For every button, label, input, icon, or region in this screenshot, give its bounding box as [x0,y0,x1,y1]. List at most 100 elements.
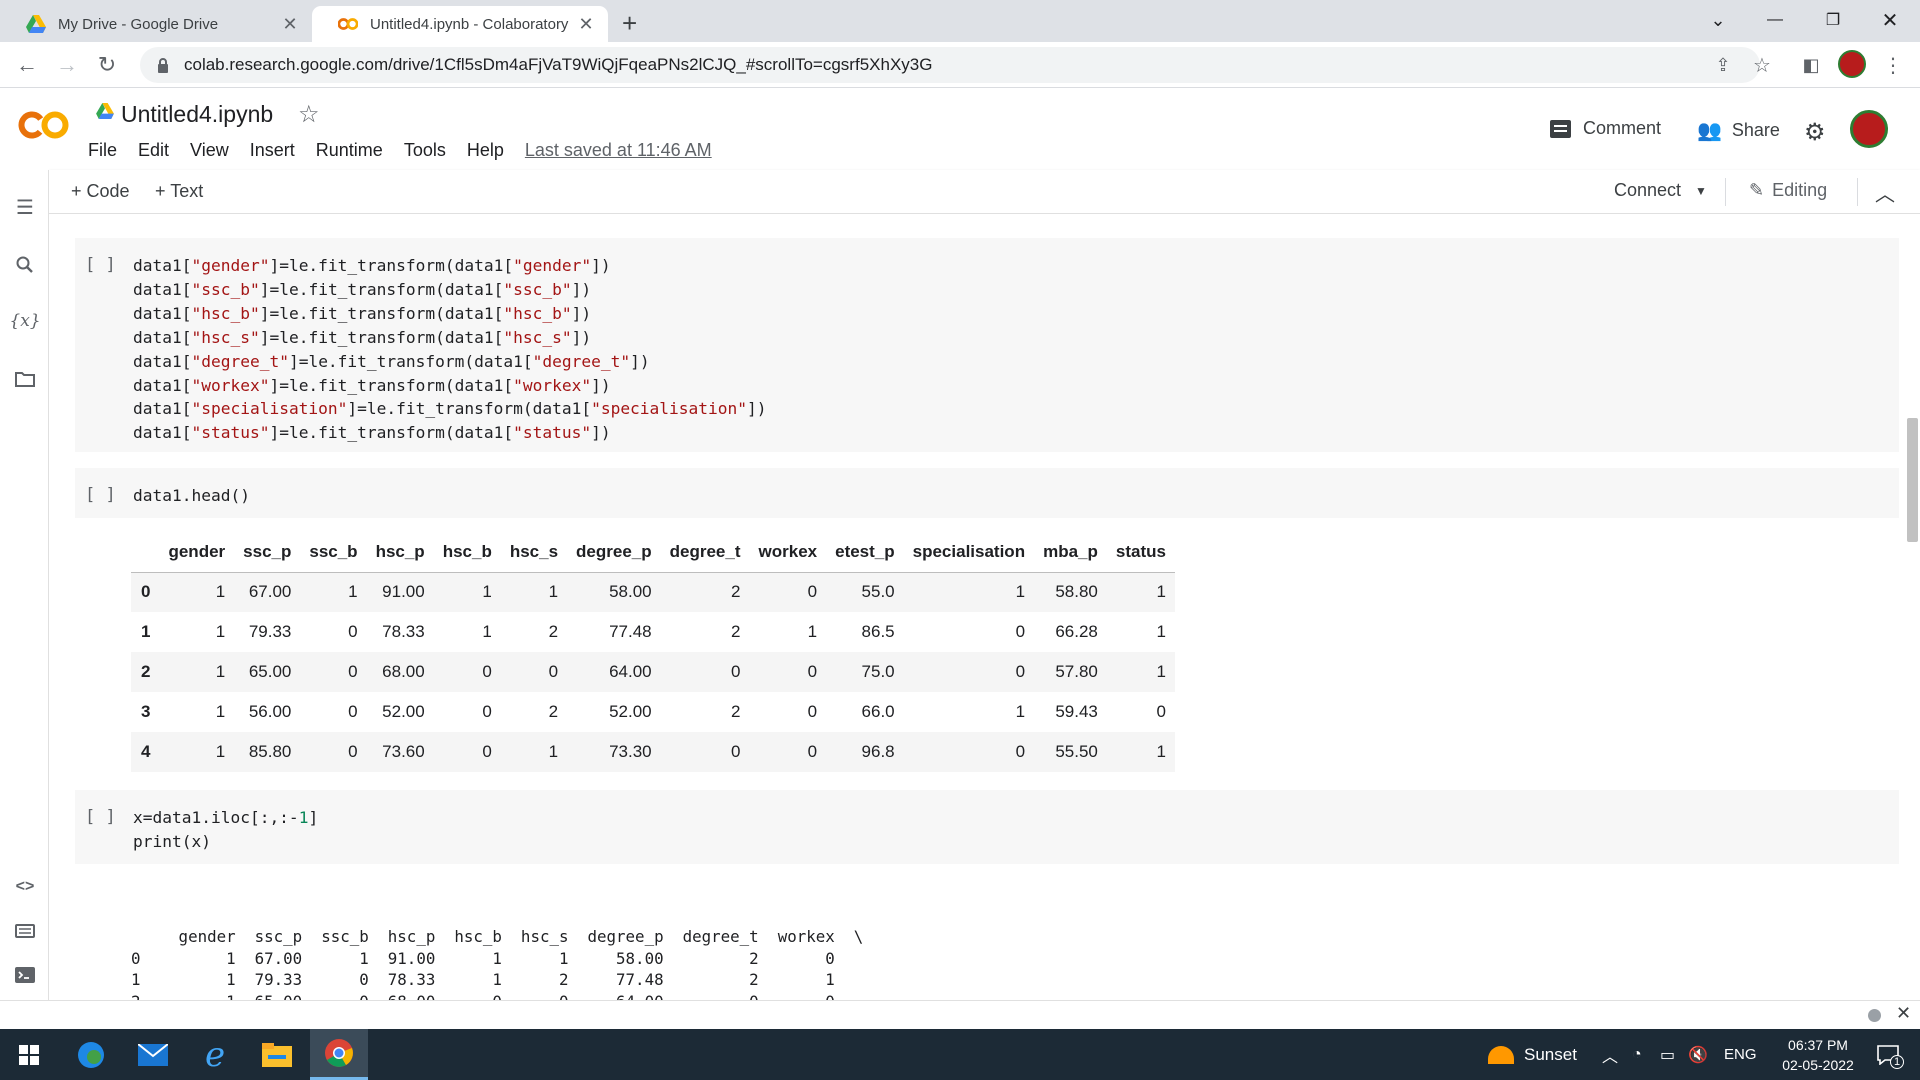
table-cell: 2 [548,702,559,721]
tab-google-drive[interactable]: My Drive - Google Drive ✕ [0,6,312,42]
windows-start-icon[interactable] [0,1029,58,1080]
close-status-icon[interactable]: ✕ [1896,1003,1911,1024]
battery-icon[interactable]: ▭ [1660,1029,1675,1080]
profile-avatar[interactable] [1838,50,1866,78]
comment-button[interactable]: Comment [1550,118,1661,139]
show-hidden-icons-icon[interactable]: ︿ [1602,1029,1618,1080]
tab-search-icon[interactable]: ⌄ [1690,0,1746,40]
code-cell[interactable]: [ ] x=data1.iloc[:,:-1] print(x) [75,790,1899,864]
address-bar[interactable]: colab.research.google.com/drive/1Cfl5sDm… [140,47,1760,83]
notebook-title[interactable]: Untitled4.ipynb [121,101,273,128]
table-cell: 1 [215,742,226,761]
variables-icon[interactable]: {x} [9,308,40,334]
column-header: ssc_b [309,541,358,561]
menu-edit[interactable]: Edit [138,140,169,161]
weather-widget[interactable]: Sunset [1488,1029,1577,1080]
colab-logo[interactable] [18,110,70,149]
menu-view[interactable]: View [190,140,229,161]
network-icon[interactable]: ◔ [1632,1029,1642,1080]
search-icon[interactable] [12,252,38,278]
table-cell: 1 [348,582,358,602]
add-text-button[interactable]: + Text [155,181,203,202]
last-saved-link[interactable]: Last saved at 11:46 AM [525,140,712,161]
status-bar: ✕ [0,1000,1920,1029]
minimize-icon[interactable]: — [1747,0,1803,40]
bookmark-star-icon[interactable]: ☆ [1745,48,1779,82]
table-cell: 58.00 [609,582,652,602]
folder-icon[interactable] [12,366,38,392]
menu-file[interactable]: File [88,140,117,161]
run-cell-button[interactable]: [ ] [85,485,116,505]
menu-bar: File Edit View Insert Runtime Tools Help… [88,140,733,161]
code-editor[interactable]: data1["gender"]=le.fit_transform(data1["… [133,254,767,445]
caret-down-icon: ▼ [1695,183,1707,198]
forward-icon[interactable]: → [50,48,84,82]
table-of-contents-icon[interactable]: ☰ [12,194,38,220]
table-cell: 78.33 [382,622,425,641]
side-panel-icon[interactable]: ◧ [1794,48,1828,82]
terminal-icon[interactable] [12,962,38,988]
table-cell: 1 [215,662,226,681]
code-cell[interactable]: [ ] data1["gender"]=le.fit_transform(dat… [75,238,1899,452]
file-explorer-icon[interactable] [248,1029,306,1080]
code-editor[interactable]: data1.head() [133,484,250,508]
print-output: gender ssc_p ssc_b hsc_p hsc_b hsc_s deg… [131,926,863,1000]
restore-icon[interactable]: ❐ [1805,0,1861,40]
chrome-icon[interactable] [310,1029,368,1080]
close-window-icon[interactable]: ✕ [1862,0,1918,40]
editing-mode-button[interactable]: ✎ Editing [1749,180,1827,201]
language-indicator[interactable]: ENG [1724,1029,1757,1080]
menu-runtime[interactable]: Runtime [316,140,383,161]
browser-menu-icon[interactable]: ⋮ [1876,48,1910,82]
table-cell: 75.0 [861,662,895,681]
settings-gear-icon[interactable]: ⚙ [1804,118,1826,147]
table-cell: 0 [348,662,358,681]
menu-help[interactable]: Help [467,140,504,161]
menu-insert[interactable]: Insert [250,140,295,161]
scrollbar-thumb[interactable] [1907,418,1918,542]
code-editor[interactable]: x=data1.iloc[:,:-1] print(x) [133,806,318,854]
connect-button[interactable]: Connect ▼ [1614,180,1707,201]
menu-tools[interactable]: Tools [404,140,446,161]
account-avatar[interactable] [1850,110,1888,148]
table-cell: 0 [348,742,358,761]
collapse-header-icon[interactable]: ︿ [1875,178,1895,207]
table-row: 4 1 85.80 0 73.60 0 1 73.30 0 0 96.8 0 55.50 1 [131,732,1175,772]
row-index: 0 [141,582,151,602]
weather-label: Sunset [1524,1044,1577,1064]
google-drive-icon [26,14,46,34]
star-icon[interactable]: ☆ [298,100,320,129]
code-cell[interactable]: [ ] data1.head() [75,468,1899,518]
table-cell: 1 [215,702,226,721]
tab-colab[interactable]: Untitled4.ipynb - Colaboratory ✕ [312,6,608,42]
table-cell: 57.80 [1055,662,1098,681]
table-cell: 56.00 [248,702,292,721]
internet-explorer-icon[interactable]: e [186,1029,244,1080]
new-tab-icon[interactable]: + [622,8,637,39]
command-palette-icon[interactable] [12,918,38,944]
run-cell-button[interactable]: [ ] [85,255,116,275]
share-label: Share [1731,120,1780,140]
edge-icon[interactable] [62,1029,120,1080]
vertical-scrollbar[interactable] [1905,214,1920,1000]
volume-muted-icon[interactable]: 🔇 [1688,1029,1708,1080]
run-cell-button[interactable]: [ ] [85,807,116,827]
code-line: data1["hsc_b"]=le.fit_transform(data1["h… [133,303,592,323]
share-button[interactable]: 👥 Share [1697,118,1780,143]
row-index: 2 [141,662,151,681]
table-cell: 1 [1015,702,1026,721]
clock-date: 02-05-2022 [1782,1056,1854,1073]
add-code-button[interactable]: + Code [71,181,130,202]
clock[interactable]: 06:37 PM 02-05-2022 [1770,1029,1866,1080]
code-snippets-icon[interactable]: <> [12,874,38,900]
code-line: data1["status"]=le.fit_transform(data1["… [133,423,611,443]
output-line: 1 1 79.33 0 78.33 1 2 77.48 2 1 [131,970,854,990]
comment-icon [1550,119,1571,138]
close-tab-icon[interactable]: ✕ [280,14,300,35]
notification-center-icon[interactable]: 1 [1868,1029,1908,1080]
reload-icon[interactable]: ↻ [90,48,124,82]
close-tab-icon[interactable]: ✕ [576,14,596,35]
mail-icon[interactable] [124,1029,182,1080]
share-page-icon[interactable]: ⇪ [1706,48,1740,82]
back-icon[interactable]: ← [10,48,44,82]
